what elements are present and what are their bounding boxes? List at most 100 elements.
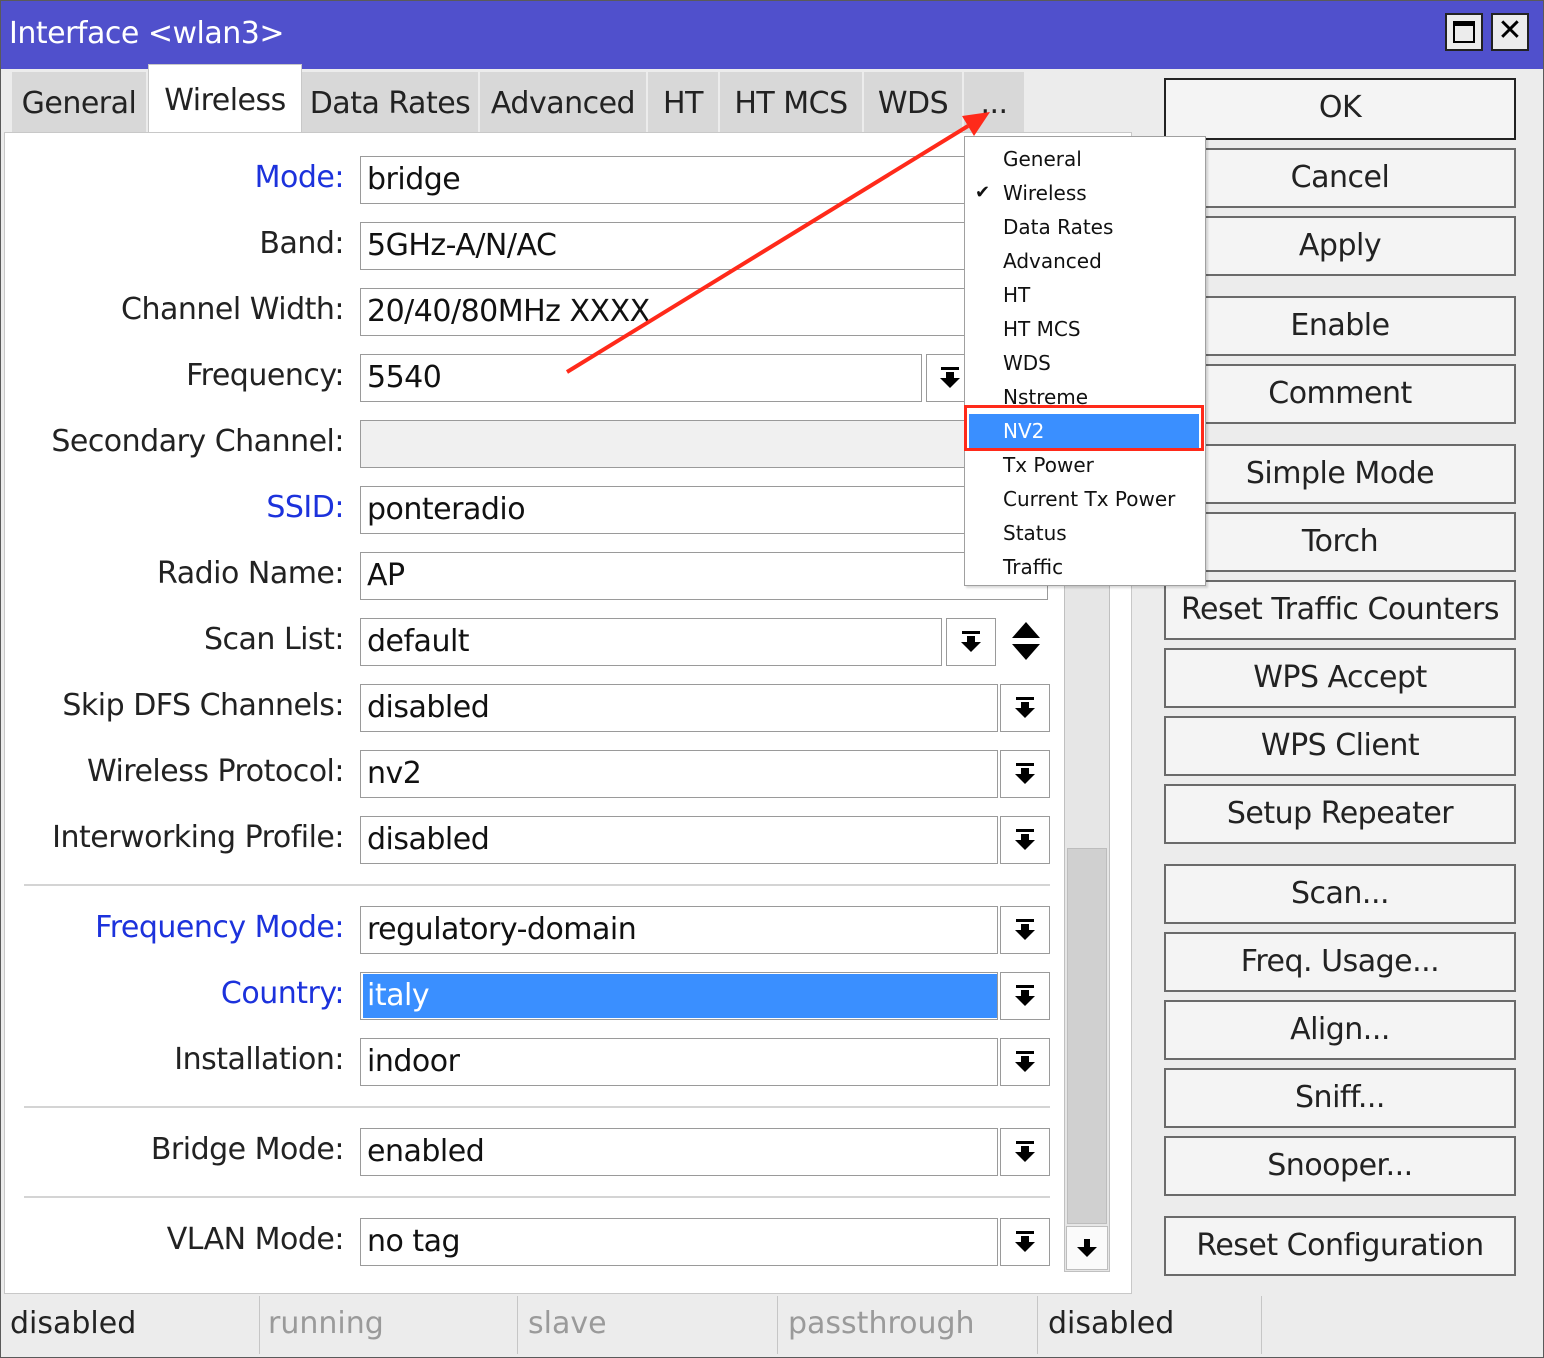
status-running: running (262, 1296, 518, 1354)
reset-configuration-button[interactable]: Reset Configuration (1164, 1216, 1516, 1276)
frequency-mode-label[interactable]: Frequency Mode: (95, 910, 344, 945)
frequency-mode-field[interactable]: regulatory-domain (360, 906, 998, 954)
tab-ht[interactable]: HT (648, 72, 718, 132)
enable-button[interactable]: Enable (1164, 296, 1516, 356)
dropdown-arrow-icon (1015, 1231, 1035, 1252)
band-label: Band: (259, 226, 344, 261)
vlan-mode-field[interactable]: no tag (360, 1218, 998, 1266)
snooper-button[interactable]: Snooper... (1164, 1136, 1516, 1196)
tab-ht-mcs[interactable]: HT MCS (720, 72, 862, 132)
menu-item-current-tx-power[interactable]: Current Tx Power (1003, 482, 1175, 516)
tab-menu: ✔ General Wireless Data Rates Advanced H… (964, 136, 1206, 586)
apply-button[interactable]: Apply (1164, 216, 1516, 276)
separator (24, 1106, 1050, 1108)
skip-dfs-dropdown-button[interactable] (1000, 684, 1050, 732)
frequency-dropdown-button[interactable] (926, 354, 966, 402)
window-title: Interface <wlan3> (9, 16, 284, 51)
scan-list-dropdown-button[interactable] (946, 618, 996, 666)
interworking-profile-dropdown-button[interactable] (1000, 816, 1050, 864)
scan-list-label: Scan List: (203, 622, 345, 657)
mode-field[interactable]: bridge (360, 156, 1048, 204)
menu-item-wireless[interactable]: Wireless (1003, 176, 1087, 210)
wireless-protocol-field[interactable]: nv2 (360, 750, 998, 798)
channel-width-label: Channel Width: (121, 292, 344, 327)
interworking-profile-field[interactable]: disabled (360, 816, 998, 864)
menu-item-tx-power[interactable]: Tx Power (1003, 448, 1094, 482)
wps-accept-button[interactable]: WPS Accept (1164, 648, 1516, 708)
freq-usage-button[interactable]: Freq. Usage... (1164, 932, 1516, 992)
secondary-channel-field[interactable] (360, 420, 1048, 468)
skip-dfs-field[interactable]: disabled (360, 684, 998, 732)
menu-item-advanced[interactable]: Advanced (1003, 244, 1102, 278)
menu-item-general[interactable]: General (1003, 142, 1082, 176)
scan-list-field[interactable]: default (360, 618, 942, 666)
menu-item-traffic[interactable]: Traffic (1003, 550, 1063, 584)
dropdown-arrow-icon (961, 631, 981, 652)
status-passthrough: passthrough (782, 1296, 1038, 1354)
country-dropdown-button[interactable] (1000, 972, 1050, 1020)
wireless-protocol-dropdown-button[interactable] (1000, 750, 1050, 798)
dropdown-arrow-icon (1015, 829, 1035, 850)
up-down-icon (1012, 622, 1040, 660)
tab-wds[interactable]: WDS (864, 72, 962, 132)
vlan-mode-dropdown-button[interactable] (1000, 1218, 1050, 1266)
menu-item-wds[interactable]: WDS (1003, 346, 1051, 380)
dropdown-arrow-icon (1015, 1051, 1035, 1072)
installation-field[interactable]: indoor (360, 1038, 998, 1086)
maximize-icon[interactable] (1445, 13, 1483, 51)
tab-wireless[interactable]: Wireless (148, 64, 302, 137)
scan-button[interactable]: Scan... (1164, 864, 1516, 924)
bridge-mode-field[interactable]: enabled (360, 1128, 998, 1176)
separator (24, 1196, 1050, 1198)
wps-client-button[interactable]: WPS Client (1164, 716, 1516, 776)
reset-traffic-counters-button[interactable]: Reset Traffic Counters (1164, 580, 1516, 640)
menu-item-status[interactable]: Status (1003, 516, 1067, 550)
tab-more[interactable]: ... (964, 72, 1024, 132)
separator (24, 884, 1050, 886)
frequency-mode-dropdown-button[interactable] (1000, 906, 1050, 954)
band-field[interactable]: 5GHz-A/N/AC (360, 222, 1048, 270)
sniff-button[interactable]: Sniff... (1164, 1068, 1516, 1128)
tab-general[interactable]: General (12, 72, 146, 132)
arrow-down-icon (1077, 1239, 1097, 1257)
torch-button[interactable]: Torch (1164, 512, 1516, 572)
comment-button[interactable]: Comment (1164, 364, 1516, 424)
dropdown-arrow-icon (940, 367, 960, 388)
ok-button[interactable]: OK (1164, 78, 1516, 140)
scroll-down-button[interactable] (1066, 1226, 1108, 1270)
tab-advanced[interactable]: Advanced (480, 72, 646, 132)
menu-item-ht[interactable]: HT (1003, 278, 1030, 312)
menu-item-nstreme[interactable]: Nstreme (1003, 380, 1088, 414)
cancel-button[interactable]: Cancel (1164, 148, 1516, 208)
tab-data-rates[interactable]: Data Rates (302, 72, 478, 132)
simple-mode-button[interactable]: Simple Mode (1164, 444, 1516, 504)
frequency-field[interactable]: 5540 (360, 354, 922, 402)
checkmark-icon: ✔ (975, 182, 991, 203)
align-button[interactable]: Align... (1164, 1000, 1516, 1060)
title-bar[interactable]: Interface <wlan3> ✕ (1, 1, 1543, 69)
menu-item-ht-mcs[interactable]: HT MCS (1003, 312, 1081, 346)
country-label[interactable]: Country: (221, 976, 345, 1011)
vlan-mode-label: VLAN Mode: (166, 1222, 345, 1257)
close-icon[interactable]: ✕ (1491, 13, 1529, 51)
menu-item-data-rates[interactable]: Data Rates (1003, 210, 1113, 244)
country-value: italy (363, 974, 997, 1018)
installation-dropdown-button[interactable] (1000, 1038, 1050, 1086)
radio-name-label: Radio Name: (157, 556, 344, 591)
bridge-mode-dropdown-button[interactable] (1000, 1128, 1050, 1176)
country-field[interactable]: italy (360, 972, 998, 1020)
setup-repeater-button[interactable]: Setup Repeater (1164, 784, 1516, 844)
channel-width-field[interactable]: 20/40/80MHz XXXX (360, 288, 1048, 336)
frequency-label: Frequency: (186, 358, 344, 393)
radio-name-field[interactable]: AP (360, 552, 1048, 600)
skip-dfs-label: Skip DFS Channels: (62, 688, 344, 723)
status-slave: slave (522, 1296, 778, 1354)
dropdown-arrow-icon (1015, 763, 1035, 784)
status-running-state: disabled (1042, 1296, 1262, 1354)
ssid-label[interactable]: SSID: (266, 490, 344, 525)
ssid-field[interactable]: ponteradio (360, 486, 1048, 534)
menu-item-nv2[interactable]: NV2 (969, 414, 1199, 448)
mode-label[interactable]: Mode: (255, 160, 345, 195)
scan-list-add-remove-button[interactable] (1004, 618, 1048, 666)
scrollbar-thumb[interactable] (1067, 848, 1107, 1224)
